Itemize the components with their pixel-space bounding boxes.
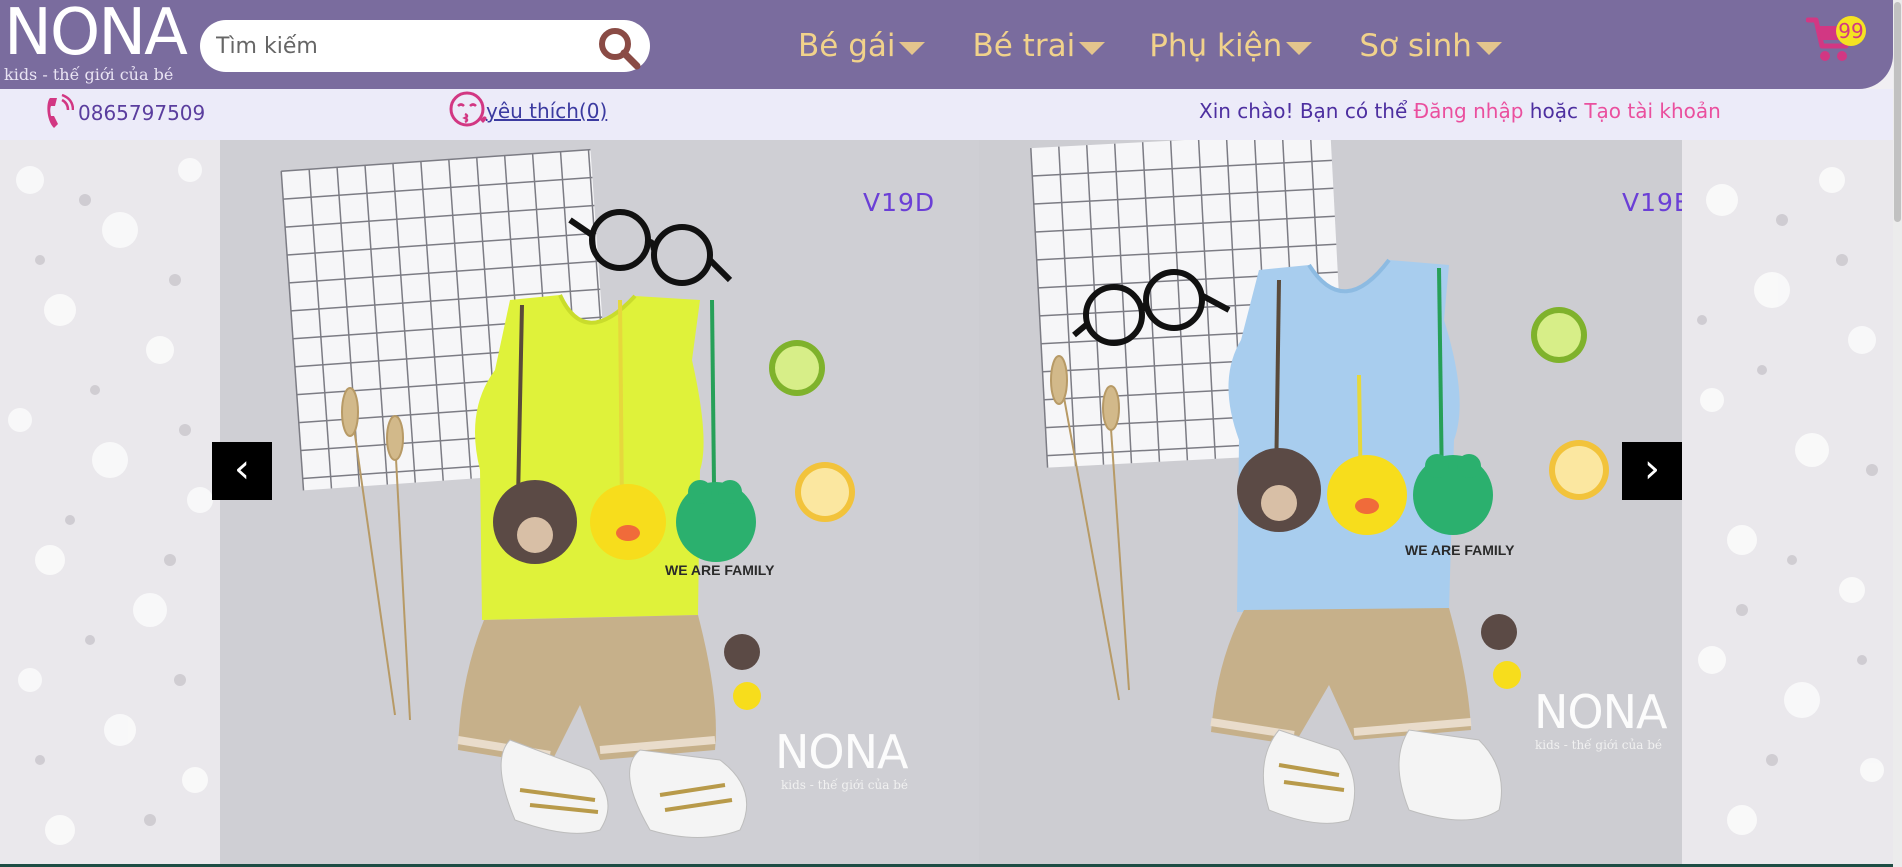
cart-count-badge: 99 — [1836, 16, 1866, 46]
nav-item-be-gai[interactable]: Bé gái — [798, 24, 926, 68]
nav-item-label: Sơ sinh — [1359, 28, 1472, 64]
carousel-right-background — [1682, 140, 1893, 867]
register-link[interactable]: Tạo tài khoản — [1584, 99, 1721, 123]
floral-pattern — [1697, 167, 1884, 835]
greeting-text: Xin chào! Bạn có thể — [1199, 99, 1408, 123]
nav-item-phu-kien[interactable]: Phụ kiện — [1149, 24, 1313, 68]
scrollbar-thumb[interactable] — [1894, 2, 1901, 222]
carousel-next-button[interactable]: › — [1622, 442, 1682, 500]
chevron-down-icon — [899, 41, 926, 55]
carousel-prev-button[interactable]: ‹ — [212, 442, 272, 500]
login-link[interactable]: Đăng nhập — [1414, 99, 1524, 123]
chevron-down-icon — [1286, 41, 1313, 55]
carousel-slide: WE ARE FAMILY V19D NONA kids - thế giới … — [220, 140, 979, 864]
shirt-print-text: WE ARE FAMILY — [665, 562, 775, 578]
page-scrollbar[interactable] — [1893, 0, 1902, 867]
watermark-tagline: kids - thế giới của bé — [1535, 738, 1662, 752]
search-input[interactable] — [216, 20, 586, 72]
floral-pattern — [8, 158, 213, 845]
phone-number: 0865797509 — [78, 101, 206, 125]
logo-tagline: kids - thế giới của bé — [4, 65, 174, 84]
chevron-down-icon — [1475, 41, 1502, 55]
nav-item-label: Bé trai — [972, 28, 1076, 64]
logo[interactable]: NONA kids - thế giới của bé — [4, 0, 188, 88]
chevron-down-icon — [1079, 41, 1106, 55]
cart-button[interactable]: 99 — [1805, 12, 1866, 64]
search-bar — [200, 20, 650, 72]
search-button[interactable] — [596, 25, 642, 71]
kiss-face-icon — [449, 91, 487, 127]
site-header: NONA kids - thế giới của bé Bé gái Bé tr… — [0, 0, 1893, 89]
watermark-brand: NONA — [1534, 685, 1667, 739]
greeting-or-text: hoặc — [1529, 99, 1578, 123]
phone-contact[interactable]: 0865797509 — [44, 93, 205, 133]
product-photo-blue-set: WE ARE FAMILY — [1030, 140, 1609, 824]
nav-item-label: Bé gái — [798, 28, 896, 64]
product-code: V19E — [1622, 188, 1682, 217]
carousel-slide: WE ARE FAMILY V19E NONA kids - thế giới … — [979, 140, 1682, 864]
nav-item-be-trai[interactable]: Bé trai — [972, 24, 1106, 68]
shirt-print-text: WE ARE FAMILY — [1405, 542, 1515, 558]
account-greeting: Xin chào! Bạn có thể Đăng nhập hoặc Tạo … — [1199, 99, 1721, 123]
watermark-brand: NONA — [775, 725, 908, 779]
watermark-tagline: kids - thế giới của bé — [781, 778, 908, 792]
search-icon — [599, 28, 641, 70]
carousel-left-background — [0, 140, 220, 867]
nav-item-so-sinh[interactable]: Sơ sinh — [1359, 24, 1502, 68]
main-nav: Bé gái Bé trai Phụ kiện Sơ sinh — [798, 24, 1549, 68]
product-code: V19D — [863, 188, 936, 217]
phone-icon — [47, 94, 74, 128]
info-bar: 0865797509 yêu thích(0) Xin chào! Bạn có… — [0, 89, 1893, 140]
nav-item-label: Phụ kiện — [1149, 28, 1283, 64]
logo-text: NONA — [4, 0, 188, 70]
favorites-link[interactable]: yêu thích(0) — [448, 89, 607, 133]
favorites-label: yêu thích(0) — [486, 99, 608, 123]
